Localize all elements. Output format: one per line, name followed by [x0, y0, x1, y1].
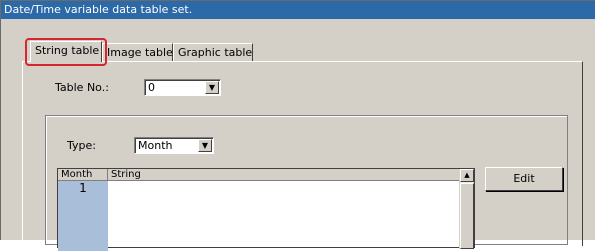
tab-image-table[interactable]: Image table	[102, 43, 173, 61]
tab-graphic-table[interactable]: Graphic table	[173, 43, 253, 61]
tab-highlight-marker	[25, 38, 107, 66]
window-title: Date/Time variable data table set.	[1, 1, 595, 19]
tab-panel	[22, 61, 583, 246]
dialog-window: Date/Time variable data table set. Strin…	[0, 0, 595, 251]
